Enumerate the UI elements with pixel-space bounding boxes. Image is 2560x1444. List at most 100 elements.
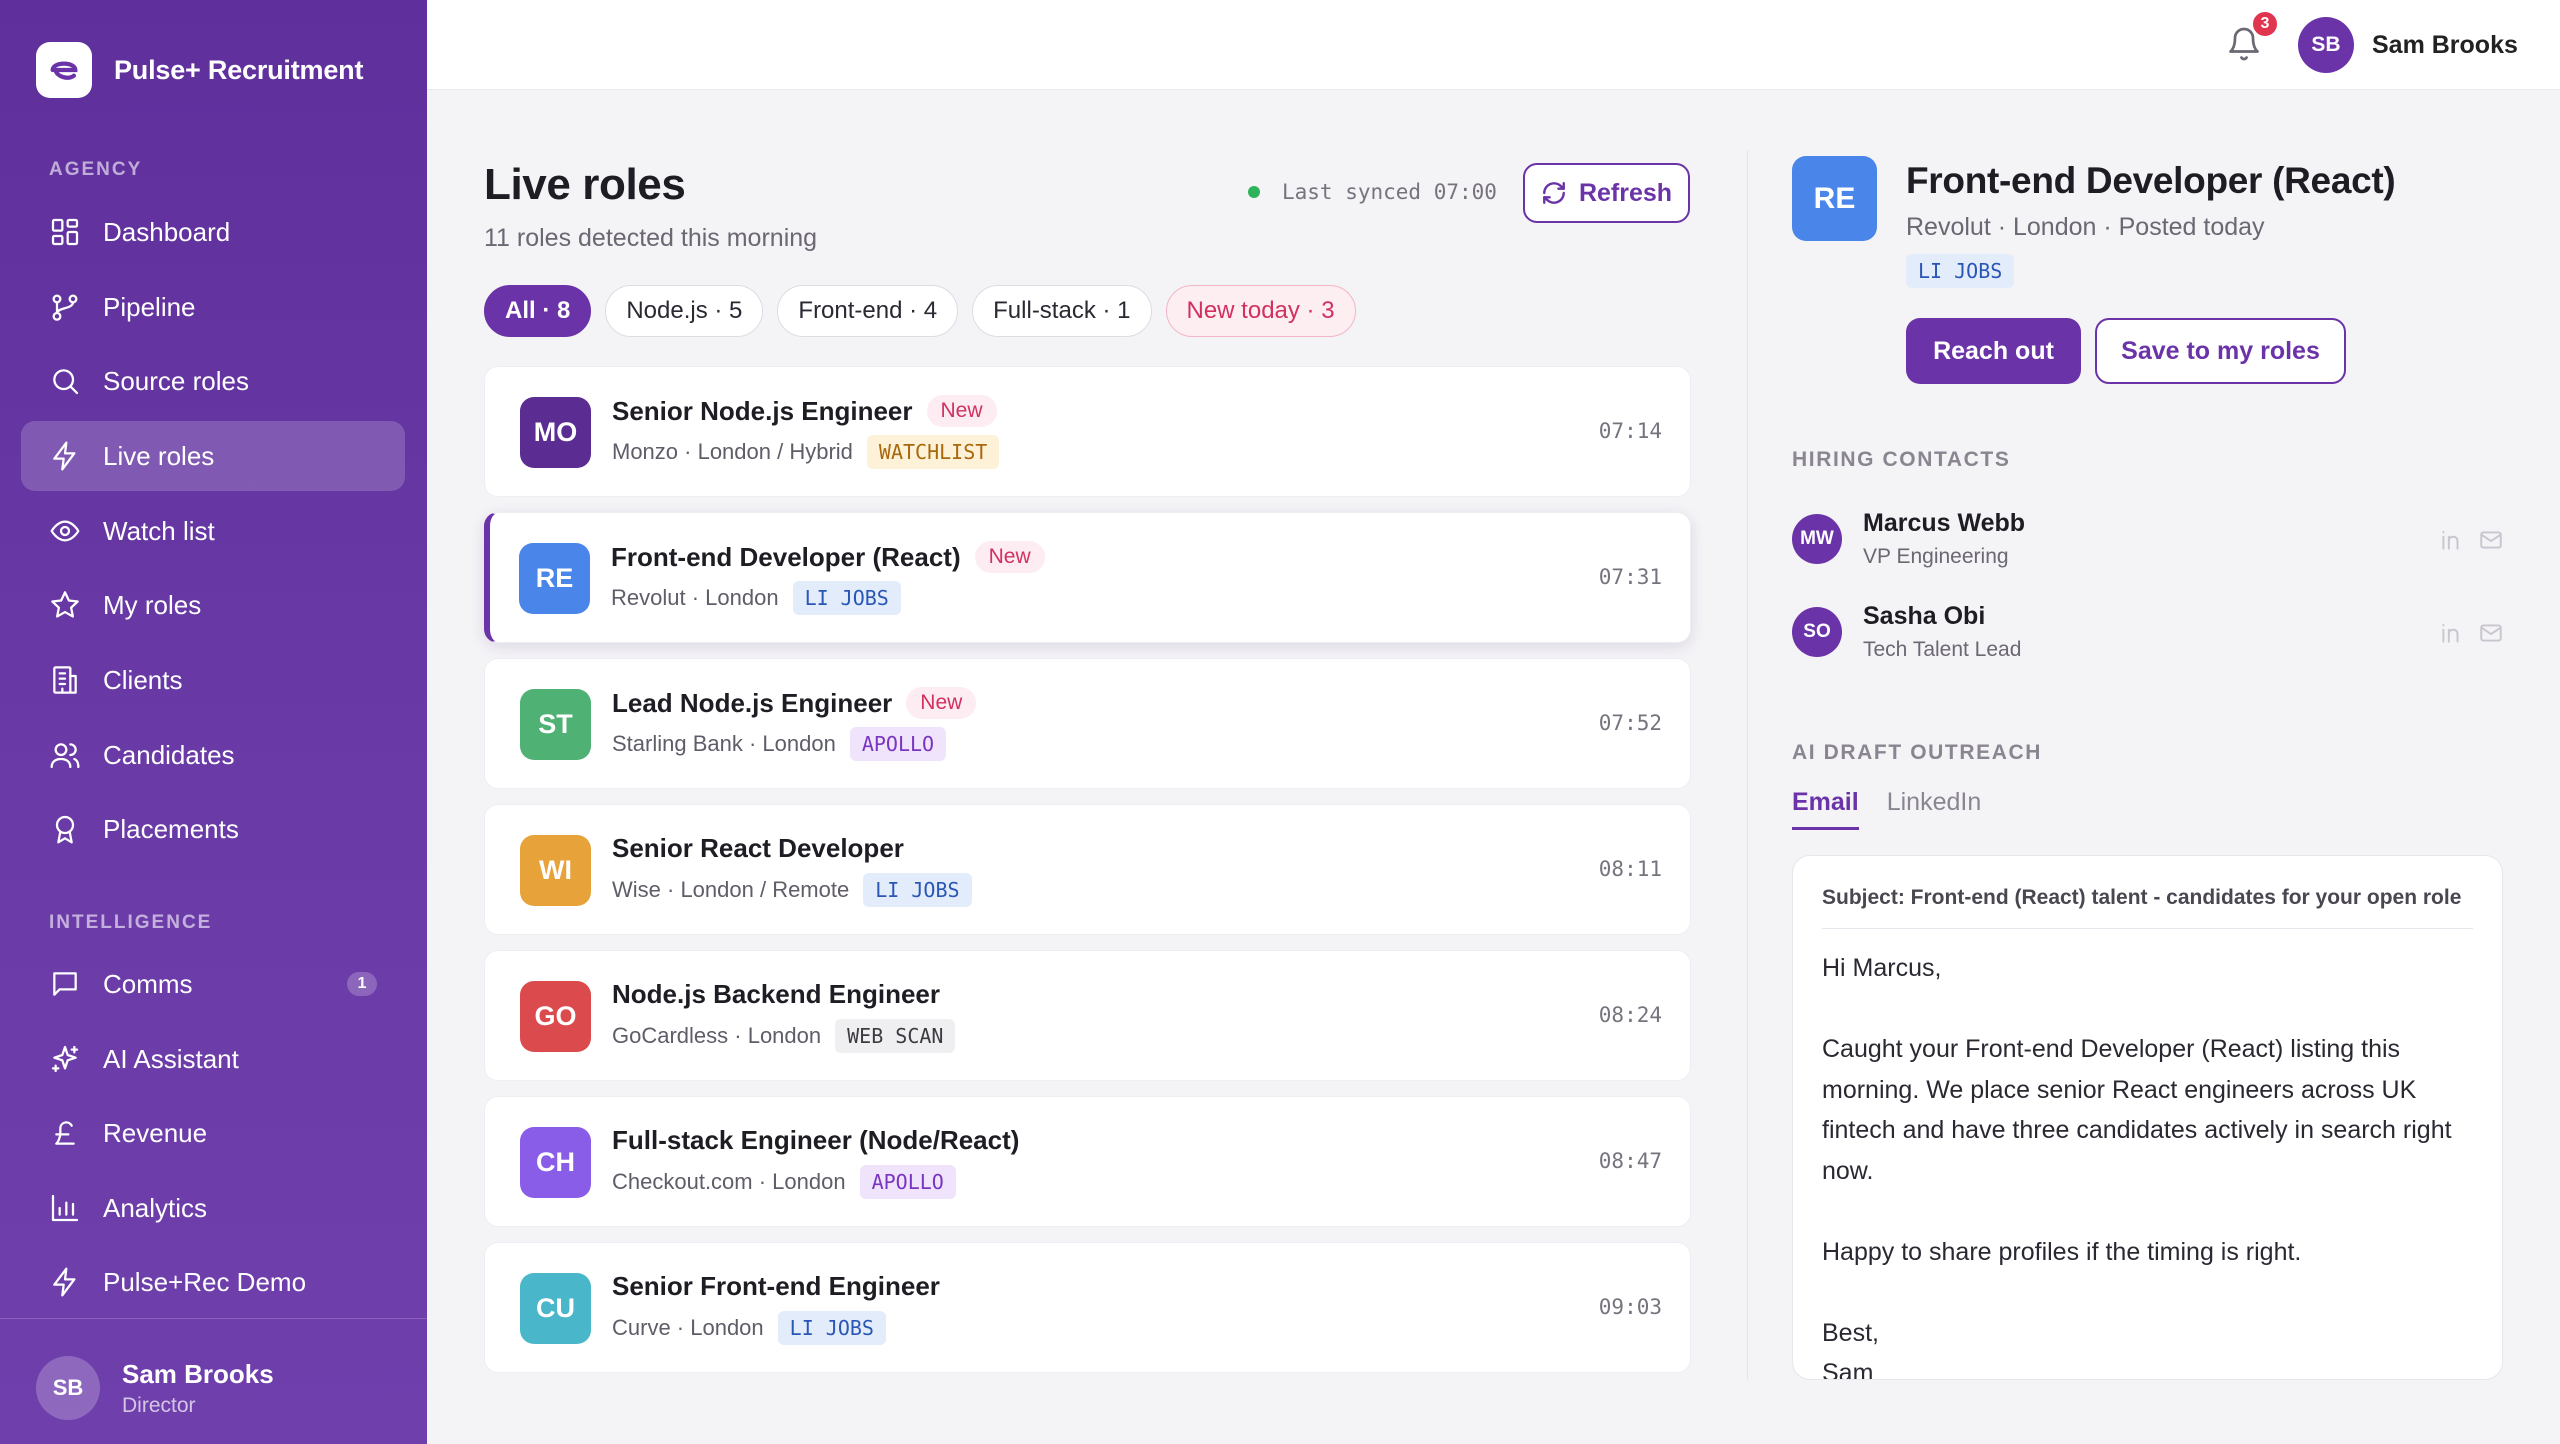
draft-paragraph: Happy to share profiles if the timing is… — [1822, 1237, 2302, 1266]
sidebar-item-source-roles[interactable]: Source roles — [21, 346, 405, 416]
role-title-row: Senior Node.js Engineer New — [612, 395, 997, 427]
top-user-name[interactable]: Sam Brooks — [2372, 31, 2518, 60]
role-title-row: Full-stack Engineer (Node/React) — [612, 1125, 1019, 1156]
sidebar-user[interactable]: SB Sam Brooks Director — [36, 1356, 274, 1420]
filter-chip[interactable]: Front-end · 4 — [777, 285, 959, 337]
sidebar-item-candidates[interactable]: Candidates — [21, 720, 405, 790]
sidebar-item-pipeline[interactable]: Pipeline — [21, 272, 405, 342]
award-icon — [55, 815, 75, 844]
role-company-location: Starling Bank · London — [612, 731, 836, 756]
role-time: 07:52 — [1598, 711, 1662, 735]
linkedin-icon[interactable] — [2438, 620, 2464, 646]
sidebar-item-dashboard[interactable]: Dashboard — [21, 197, 405, 267]
contact-role: VP Engineering — [1863, 545, 2009, 568]
contact-actions — [2438, 620, 2504, 646]
sidebar-item-pulse-rec-demo[interactable]: Pulse+Rec Demo — [21, 1247, 405, 1317]
draft-signoff: Best, — [1822, 1318, 1879, 1347]
outreach-tabs: Email LinkedIn — [1792, 788, 1981, 830]
sidebar-item-revenue[interactable]: Revenue — [21, 1098, 405, 1168]
source-tag: LI JOBS — [777, 1311, 886, 1345]
sidebar-item-watch-list[interactable]: Watch list — [21, 496, 405, 566]
role-card[interactable]: MO Senior Node.js Engineer New Monzo · L… — [484, 366, 1691, 497]
section-agency: AGENCY — [49, 159, 143, 180]
role-meta: Wise · London / Remote LI JOBS — [612, 873, 972, 907]
company-logo: RE — [1792, 156, 1877, 241]
search-icon — [53, 369, 79, 395]
sidebar-item-ai-assistant[interactable]: AI Assistant — [21, 1024, 405, 1094]
source-tag: LI JOBS — [1906, 254, 2015, 288]
mail-icon[interactable] — [2478, 527, 2504, 553]
eye-icon — [50, 520, 80, 542]
save-to-my-roles-button[interactable]: Save to my roles — [2095, 318, 2346, 384]
sidebar-item-label: Comms — [103, 968, 193, 999]
filter-chip[interactable]: Node.js · 5 — [605, 285, 764, 337]
role-card[interactable]: ST Lead Node.js Engineer New Starling Ba… — [484, 658, 1691, 789]
sidebar-item-clients[interactable]: Clients — [21, 645, 405, 715]
sidebar-item-live-roles[interactable]: Live roles — [21, 421, 405, 491]
star-icon — [51, 591, 79, 618]
filter-chip[interactable]: New today · 3 — [1165, 285, 1356, 337]
sidebar-item-placements[interactable]: Placements — [21, 794, 405, 864]
sync-status: Last synced 07:00 — [1248, 180, 1497, 204]
filter-chip[interactable]: All · 8 — [484, 285, 592, 337]
role-title: Node.js Backend Engineer — [612, 979, 940, 1009]
role-time: 08:11 — [1598, 857, 1662, 881]
sidebar-item-label: AI Assistant — [103, 1043, 239, 1074]
sync-text: Last synced 07:00 — [1282, 180, 1497, 204]
notification-badge: 3 — [2251, 10, 2279, 38]
bar-chart-icon — [51, 1194, 79, 1222]
source-tag: LI JOBS — [863, 873, 972, 907]
role-title: Senior React Developer — [612, 833, 904, 863]
sidebar-item-analytics[interactable]: Analytics — [21, 1173, 405, 1243]
tab-email[interactable]: Email — [1792, 788, 1859, 830]
company-logo: ST — [520, 689, 591, 760]
company-logo: RE — [519, 543, 590, 614]
mail-icon[interactable] — [2478, 620, 2504, 646]
detail-meta: Revolut · London · Posted today — [1906, 213, 2265, 241]
brand[interactable]: Pulse+ Recruitment — [36, 42, 363, 98]
role-card[interactable]: RE Front-end Developer (React) New Revol… — [484, 512, 1691, 643]
role-meta: Curve · London LI JOBS — [612, 1311, 886, 1345]
avatar[interactable]: SB — [2298, 17, 2354, 73]
role-company-location: Monzo · London / Hybrid — [612, 439, 853, 464]
contact-role: Tech Talent Lead — [1863, 638, 2022, 661]
sidebar: Pulse+ Recruitment AGENCY INTELLIGENCE D… — [0, 0, 427, 1444]
tab-linkedin[interactable]: LinkedIn — [1887, 788, 1982, 830]
sparkle-icon — [51, 1045, 79, 1073]
message-icon — [53, 972, 77, 996]
hiring-contact[interactable]: SO Sasha Obi Tech Talent Lead — [1792, 598, 2504, 668]
role-card[interactable]: CU Senior Front-end Engineer Curve · Lon… — [484, 1242, 1691, 1373]
sidebar-item-comms[interactable]: Comms 1 — [21, 949, 405, 1019]
linkedin-icon[interactable] — [2438, 527, 2464, 553]
role-title: Full-stack Engineer (Node/React) — [612, 1125, 1020, 1155]
role-title: Lead Node.js Engineer — [612, 687, 893, 718]
page-subtitle: 11 roles detected this morning — [484, 224, 818, 252]
avatar: MW — [1792, 514, 1842, 564]
role-time: 07:14 — [1598, 419, 1662, 443]
page-title: Live roles — [484, 160, 686, 209]
sidebar-item-label: Source roles — [103, 365, 249, 396]
sidebar-item-label: Watch list — [103, 515, 215, 546]
role-card[interactable]: CH Full-stack Engineer (Node/React) Chec… — [484, 1096, 1691, 1227]
hiring-contact[interactable]: MW Marcus Webb VP Engineering — [1792, 505, 2504, 575]
draft-email[interactable]: Subject: Front-end (React) talent - cand… — [1792, 855, 2503, 1380]
role-title-row: Senior React Developer — [612, 833, 904, 864]
lightning-icon — [53, 1267, 76, 1297]
users-icon — [50, 743, 80, 769]
role-company-location: Wise · London / Remote — [612, 877, 850, 902]
count-badge: 1 — [347, 972, 377, 996]
filter-chip[interactable]: Full-stack · 1 — [972, 285, 1152, 337]
role-title: Senior Front-end Engineer — [612, 1271, 940, 1301]
role-meta: Starling Bank · London APOLLO — [612, 727, 947, 761]
sidebar-item-my-roles[interactable]: My roles — [21, 570, 405, 640]
refresh-button[interactable]: Refresh — [1523, 163, 1690, 223]
sidebar-item-label: Pipeline — [103, 291, 196, 322]
sidebar-item-label: Clients — [103, 664, 183, 695]
role-time: 07:31 — [1598, 565, 1662, 589]
sync-dot-icon — [1248, 186, 1260, 198]
role-card[interactable]: GO Node.js Backend Engineer GoCardless ·… — [484, 950, 1691, 1081]
hiring-contacts-heading: HIRING CONTACTS — [1792, 448, 2011, 471]
reach-out-button[interactable]: Reach out — [1906, 318, 2081, 384]
role-card[interactable]: WI Senior React Developer Wise · London … — [484, 804, 1691, 935]
sidebar-item-label: My roles — [103, 589, 202, 620]
